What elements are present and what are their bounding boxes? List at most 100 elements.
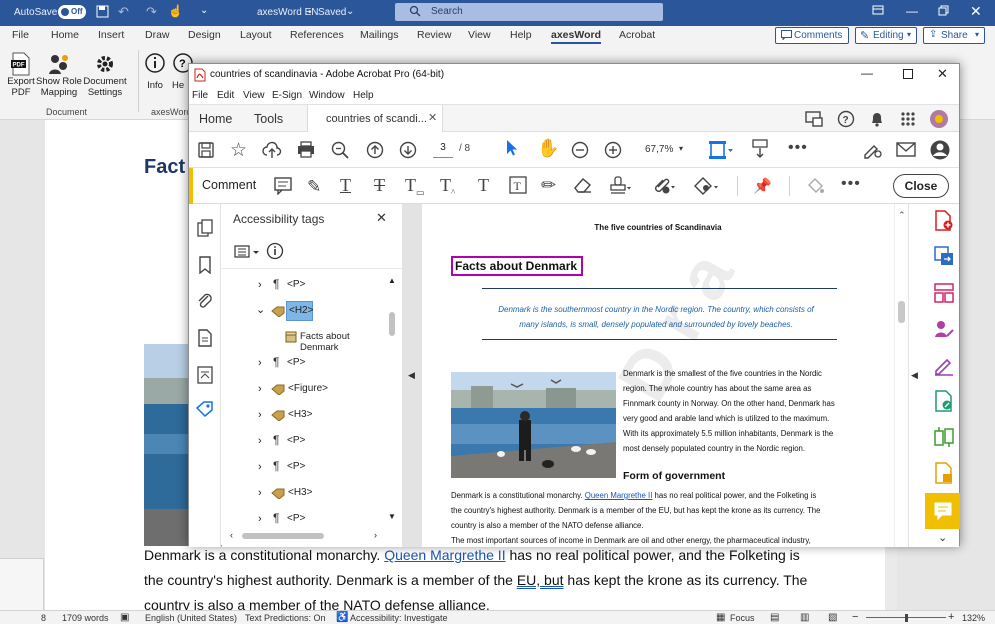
language-status[interactable]: English (United States): [145, 613, 237, 623]
ribbon-display-icon[interactable]: [872, 4, 884, 16]
save-icon[interactable]: [96, 5, 109, 18]
next-page-icon[interactable]: [399, 141, 417, 159]
sign-icon[interactable]: [862, 140, 882, 160]
page-thumbnails-icon[interactable]: [197, 219, 213, 237]
sticky-note-icon[interactable]: [274, 177, 292, 195]
comment-tool-active[interactable]: [925, 493, 960, 529]
comments-button[interactable]: Comments: [775, 27, 849, 44]
fill-color-icon[interactable]: [805, 176, 825, 196]
tag-row[interactable]: › ¶ <P>: [222, 506, 386, 532]
accessibility-status[interactable]: Accessibility: Investigate: [350, 613, 448, 623]
web-layout-icon[interactable]: ▧: [828, 612, 837, 623]
expand-chevron-icon[interactable]: ›: [258, 409, 262, 421]
expand-chevron-icon[interactable]: ›: [258, 383, 262, 395]
collapse-chevron-icon[interactable]: ⌄: [256, 303, 265, 316]
show-role-mapping-button[interactable]: Show Role Mapping: [36, 52, 82, 98]
tab-axesword[interactable]: axesWord: [551, 29, 601, 44]
expand-chevron-icon[interactable]: ›: [258, 487, 262, 499]
page-count[interactable]: 8: [41, 613, 46, 623]
tab-draw[interactable]: Draw: [145, 29, 170, 41]
scroll-down-icon[interactable]: ▼: [388, 512, 396, 521]
focus-button[interactable]: Focus: [730, 613, 755, 623]
link-queen-margrethe[interactable]: Queen Margrethe II: [384, 547, 505, 563]
document-settings-button[interactable]: Document Settings: [82, 52, 128, 98]
word-count[interactable]: 1709 words: [62, 613, 109, 623]
mail-icon[interactable]: [896, 142, 916, 158]
menu-file[interactable]: File: [192, 90, 208, 101]
maximize-icon[interactable]: [938, 5, 949, 16]
tab-document[interactable]: countries of scandi... ✕: [307, 105, 443, 133]
close-panel-icon[interactable]: ✕: [376, 210, 387, 226]
zoom-slider-thumb[interactable]: [905, 614, 908, 622]
share-screen-icon[interactable]: [805, 110, 823, 128]
more-tools-chevron-icon[interactable]: ⌄: [938, 531, 947, 544]
scan-ocr-icon[interactable]: [933, 462, 955, 484]
organize-pages-icon[interactable]: [933, 282, 955, 304]
eraser-icon[interactable]: [573, 177, 593, 193]
tab-layout[interactable]: Layout: [240, 29, 272, 41]
info-button[interactable]: Info: [142, 52, 168, 91]
replace-text-icon[interactable]: T▭: [405, 175, 425, 199]
zoom-in-icon[interactable]: +: [948, 611, 954, 623]
proofing-icon[interactable]: ▣: [120, 612, 129, 623]
menu-view[interactable]: View: [243, 90, 265, 101]
accessibility-tags-nav[interactable]: [189, 393, 221, 423]
shapes-icon[interactable]: [694, 176, 718, 196]
expand-chevron-icon[interactable]: ›: [258, 513, 262, 525]
account-icon[interactable]: [929, 139, 951, 161]
save-icon[interactable]: [198, 142, 214, 158]
attachment-icon[interactable]: [197, 292, 213, 310]
info-icon[interactable]: [266, 242, 284, 260]
page-fit-icon[interactable]: [708, 139, 734, 161]
close-comment-button[interactable]: Close: [893, 174, 949, 198]
pdf-h2-highlight[interactable]: Facts about Denmark: [451, 256, 583, 276]
tag-row[interactable]: ⌄ <H2>: [222, 298, 386, 324]
text-predictions-status[interactable]: Text Predictions: On: [245, 613, 326, 623]
read-mode-icon[interactable]: ▤: [770, 612, 779, 623]
attach-file-icon[interactable]: [651, 176, 675, 196]
acrobat-maximize-icon[interactable]: [903, 69, 913, 79]
scroll-thumb[interactable]: [389, 312, 395, 336]
touch-mode-icon[interactable]: ☝: [168, 4, 183, 18]
pencil-draw-icon[interactable]: ✏: [541, 175, 556, 196]
expand-tools-icon[interactable]: ◀: [911, 370, 918, 381]
close-tab-icon[interactable]: ✕: [428, 111, 437, 124]
page-number-input[interactable]: 3: [433, 142, 453, 158]
document-icon[interactable]: [197, 329, 213, 347]
redo-icon[interactable]: ↷: [146, 4, 157, 20]
tab-references[interactable]: References: [290, 29, 344, 41]
share-button[interactable]: ⇪ Share ▾: [923, 27, 985, 44]
avatar[interactable]: [929, 109, 949, 129]
hand-tool-icon[interactable]: ✋: [537, 138, 559, 159]
tab-acrobat[interactable]: Acrobat: [619, 29, 655, 41]
zoom-level-dropdown[interactable]: 67,7% ▾: [635, 141, 691, 159]
export-pdf-icon[interactable]: [933, 245, 955, 267]
tag-row[interactable]: › ¶ <P>: [222, 428, 386, 454]
menu-window[interactable]: Window: [309, 90, 345, 101]
scroll-thumb[interactable]: [898, 301, 905, 323]
select-cursor-icon[interactable]: [503, 138, 519, 158]
strikethrough-text-icon[interactable]: T: [374, 175, 385, 196]
print-icon[interactable]: [297, 141, 315, 158]
help-icon[interactable]: ?: [837, 110, 855, 128]
scroll-mode-icon[interactable]: [751, 139, 769, 159]
add-text-icon[interactable]: T: [478, 175, 489, 196]
tab-file[interactable]: File: [12, 29, 29, 41]
zoom-in-icon[interactable]: [604, 141, 622, 159]
more-tools-icon[interactable]: •••: [788, 139, 808, 157]
acrobat-close-icon[interactable]: ✕: [937, 66, 948, 82]
tab-help[interactable]: Help: [510, 29, 532, 41]
saved-dropdown-icon[interactable]: ⌄: [346, 6, 354, 17]
menu-esign[interactable]: E-Sign: [272, 90, 302, 101]
underline-text-icon[interactable]: T: [340, 175, 351, 196]
customize-qat-icon[interactable]: ⌄: [200, 5, 208, 16]
tab-view[interactable]: View: [468, 29, 491, 41]
tab-home[interactable]: Home: [199, 112, 232, 126]
tab-tools[interactable]: Tools: [254, 112, 283, 126]
expand-chevron-icon[interactable]: ›: [258, 279, 262, 291]
zoom-level[interactable]: 132%: [962, 613, 985, 623]
acrobat-minimize-icon[interactable]: —: [861, 66, 873, 80]
more-comment-tools-icon[interactable]: •••: [841, 175, 861, 193]
menu-edit[interactable]: Edit: [217, 90, 234, 101]
tab-review[interactable]: Review: [417, 29, 451, 41]
